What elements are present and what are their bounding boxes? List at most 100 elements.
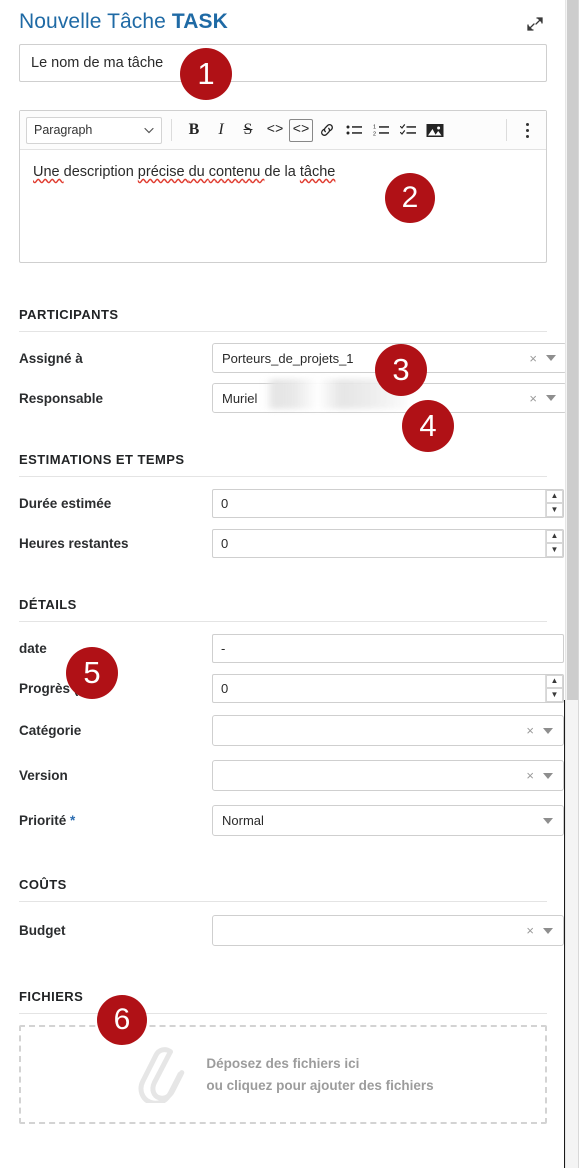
label-responsable: Responsable — [19, 390, 104, 406]
vertical-scrollbar-thumb[interactable] — [567, 0, 578, 700]
editor-toolbar: Paragraph B I S <> <> 1 2 — [20, 111, 546, 150]
dropzone-line-1: Déposez des fichiers ici — [206, 1055, 360, 1071]
section-details: DÉTAILS date Progrès (%) ▲ ▼ — [19, 597, 564, 843]
section-fichiers: FICHIERS Déposez des fichiers ici ou cli… — [19, 989, 547, 1124]
numbered-list-icon[interactable]: 1 2 — [368, 117, 394, 143]
section-estimations-head: ESTIMATIONS ET TEMPS — [19, 452, 547, 477]
expand-diagonal-icon[interactable] — [525, 14, 545, 34]
duree-estimee-input[interactable] — [212, 488, 564, 518]
vertical-scrollbar-track[interactable] — [565, 0, 578, 1168]
row-responsable: Responsable Muriel × — [19, 378, 567, 418]
field-priorite: Normal — [212, 805, 564, 836]
field-responsable: Muriel × — [212, 379, 567, 413]
assigne-a-select[interactable]: Porteurs_de_projets_1 × — [212, 343, 567, 373]
section-estimations: ESTIMATIONS ET TEMPS Durée estimée ▲ ▼ H… — [19, 452, 564, 563]
row-priorite: Priorité * Normal — [19, 798, 564, 843]
image-icon[interactable] — [422, 117, 448, 143]
stepper-up-icon[interactable]: ▲ — [546, 674, 563, 688]
section-participants-title: PARTICIPANTS — [19, 307, 119, 322]
description-word-2: description — [63, 164, 138, 180]
task-form-scroll-content: Nouvelle Tâche TASK Le nom de ma tâche P… — [0, 0, 567, 1168]
row-progres: Progrès (%) ▲ ▼ — [19, 668, 564, 708]
paperclip-icon — [132, 1041, 188, 1108]
page-title-task-label: TASK — [171, 10, 228, 33]
stepper-up-icon[interactable]: ▲ — [546, 529, 563, 543]
heures-restantes-input[interactable] — [212, 528, 564, 558]
priorite-select[interactable]: Normal — [212, 805, 564, 836]
heures-restantes-stepper[interactable]: ▲ ▼ — [545, 529, 563, 557]
svg-text:1: 1 — [373, 125, 376, 131]
label-heures-restantes: Heures restantes — [19, 535, 129, 551]
description-editor-body[interactable]: Une description précise du contenu de la… — [20, 150, 546, 262]
section-fichiers-head: FICHIERS — [19, 989, 547, 1014]
stepper-down-icon[interactable]: ▼ — [546, 543, 563, 557]
kebab-menu-icon[interactable] — [516, 117, 538, 143]
bold-button[interactable]: B — [181, 117, 207, 143]
section-details-head: DÉTAILS — [19, 597, 547, 622]
responsable-select[interactable]: Muriel × — [212, 379, 567, 413]
assigne-a-value: Porteurs_de_projets_1 — [222, 350, 354, 366]
date-input[interactable] — [212, 633, 564, 663]
paragraph-style-select[interactable]: Paragraph — [26, 116, 162, 144]
field-heures-restantes: ▲ ▼ — [212, 528, 564, 558]
stepper-down-icon[interactable]: ▼ — [546, 503, 563, 517]
chevron-down-icon[interactable] — [546, 395, 556, 401]
field-date — [212, 633, 564, 663]
chevron-down-icon[interactable] — [546, 355, 556, 361]
clear-icon[interactable]: × — [522, 724, 543, 737]
version-select[interactable]: × — [212, 760, 564, 791]
italic-button[interactable]: I — [208, 117, 234, 143]
budget-select[interactable]: × — [212, 915, 564, 946]
row-version: Version × — [19, 753, 564, 798]
row-budget: Budget × — [19, 908, 564, 953]
duree-estimee-stepper[interactable]: ▲ ▼ — [545, 489, 563, 517]
clear-icon[interactable]: × — [525, 392, 546, 405]
file-dropzone[interactable]: Déposez des fichiers ici ou cliquez pour… — [19, 1025, 547, 1124]
progres-stepper[interactable]: ▲ ▼ — [545, 674, 563, 702]
clear-icon[interactable]: × — [522, 769, 543, 782]
field-assigne-a: Porteurs_de_projets_1 × — [212, 343, 567, 373]
field-version: × — [212, 760, 564, 791]
field-progres: ▲ ▼ — [212, 673, 564, 703]
task-name-input[interactable] — [19, 44, 547, 82]
section-details-title: DÉTAILS — [19, 597, 77, 612]
section-fichiers-title: FICHIERS — [19, 989, 84, 1004]
description-word-6: de la — [264, 164, 300, 180]
field-categorie: × — [212, 715, 564, 746]
progres-input[interactable] — [212, 673, 564, 703]
clear-icon[interactable]: × — [525, 352, 546, 365]
strikethrough-button[interactable]: S — [235, 117, 261, 143]
link-icon[interactable] — [314, 117, 340, 143]
stepper-up-icon[interactable]: ▲ — [546, 489, 563, 503]
section-couts: COÛTS Budget × — [19, 877, 564, 953]
section-couts-head: COÛTS — [19, 877, 547, 902]
chevron-down-icon[interactable] — [543, 927, 553, 934]
toolbar-divider-2 — [506, 119, 507, 141]
chevron-down-icon[interactable] — [543, 817, 553, 824]
label-priorite: Priorité * — [19, 813, 212, 828]
description-word-7: tâche — [299, 164, 336, 180]
svg-text:2: 2 — [373, 132, 376, 138]
file-dropzone-content: Déposez des fichiers ici ou cliquez pour… — [132, 1041, 434, 1108]
bullet-list-icon[interactable] — [341, 117, 367, 143]
required-asterisk: * — [70, 813, 76, 828]
chevron-down-icon[interactable] — [543, 772, 553, 779]
checklist-icon[interactable] — [395, 117, 421, 143]
row-date: date — [19, 628, 564, 668]
section-participants-head: PARTICIPANTS — [19, 307, 547, 332]
row-heures-restantes: Heures restantes ▲ ▼ — [19, 523, 564, 563]
code-block-button[interactable]: <> — [289, 118, 313, 142]
chevron-down-icon[interactable] — [543, 727, 553, 734]
clear-icon[interactable]: × — [522, 924, 543, 937]
task-form-panel: Nouvelle Tâche TASK Le nom de ma tâche P… — [0, 0, 579, 1168]
inline-code-button[interactable]: <> — [262, 117, 288, 143]
label-progres: Progrès (%) — [19, 680, 95, 696]
description-editor: Paragraph B I S <> <> 1 2 Une descriptio… — [19, 110, 547, 263]
description-word-4: du — [188, 164, 209, 180]
stepper-down-icon[interactable]: ▼ — [546, 688, 563, 702]
categorie-select[interactable]: × — [212, 715, 564, 746]
row-duree-estimee: Durée estimée ▲ ▼ — [19, 483, 564, 523]
row-categorie: Catégorie × — [19, 708, 564, 753]
section-estimations-title: ESTIMATIONS ET TEMPS — [19, 452, 185, 467]
panel-right-edge — [564, 700, 565, 1168]
